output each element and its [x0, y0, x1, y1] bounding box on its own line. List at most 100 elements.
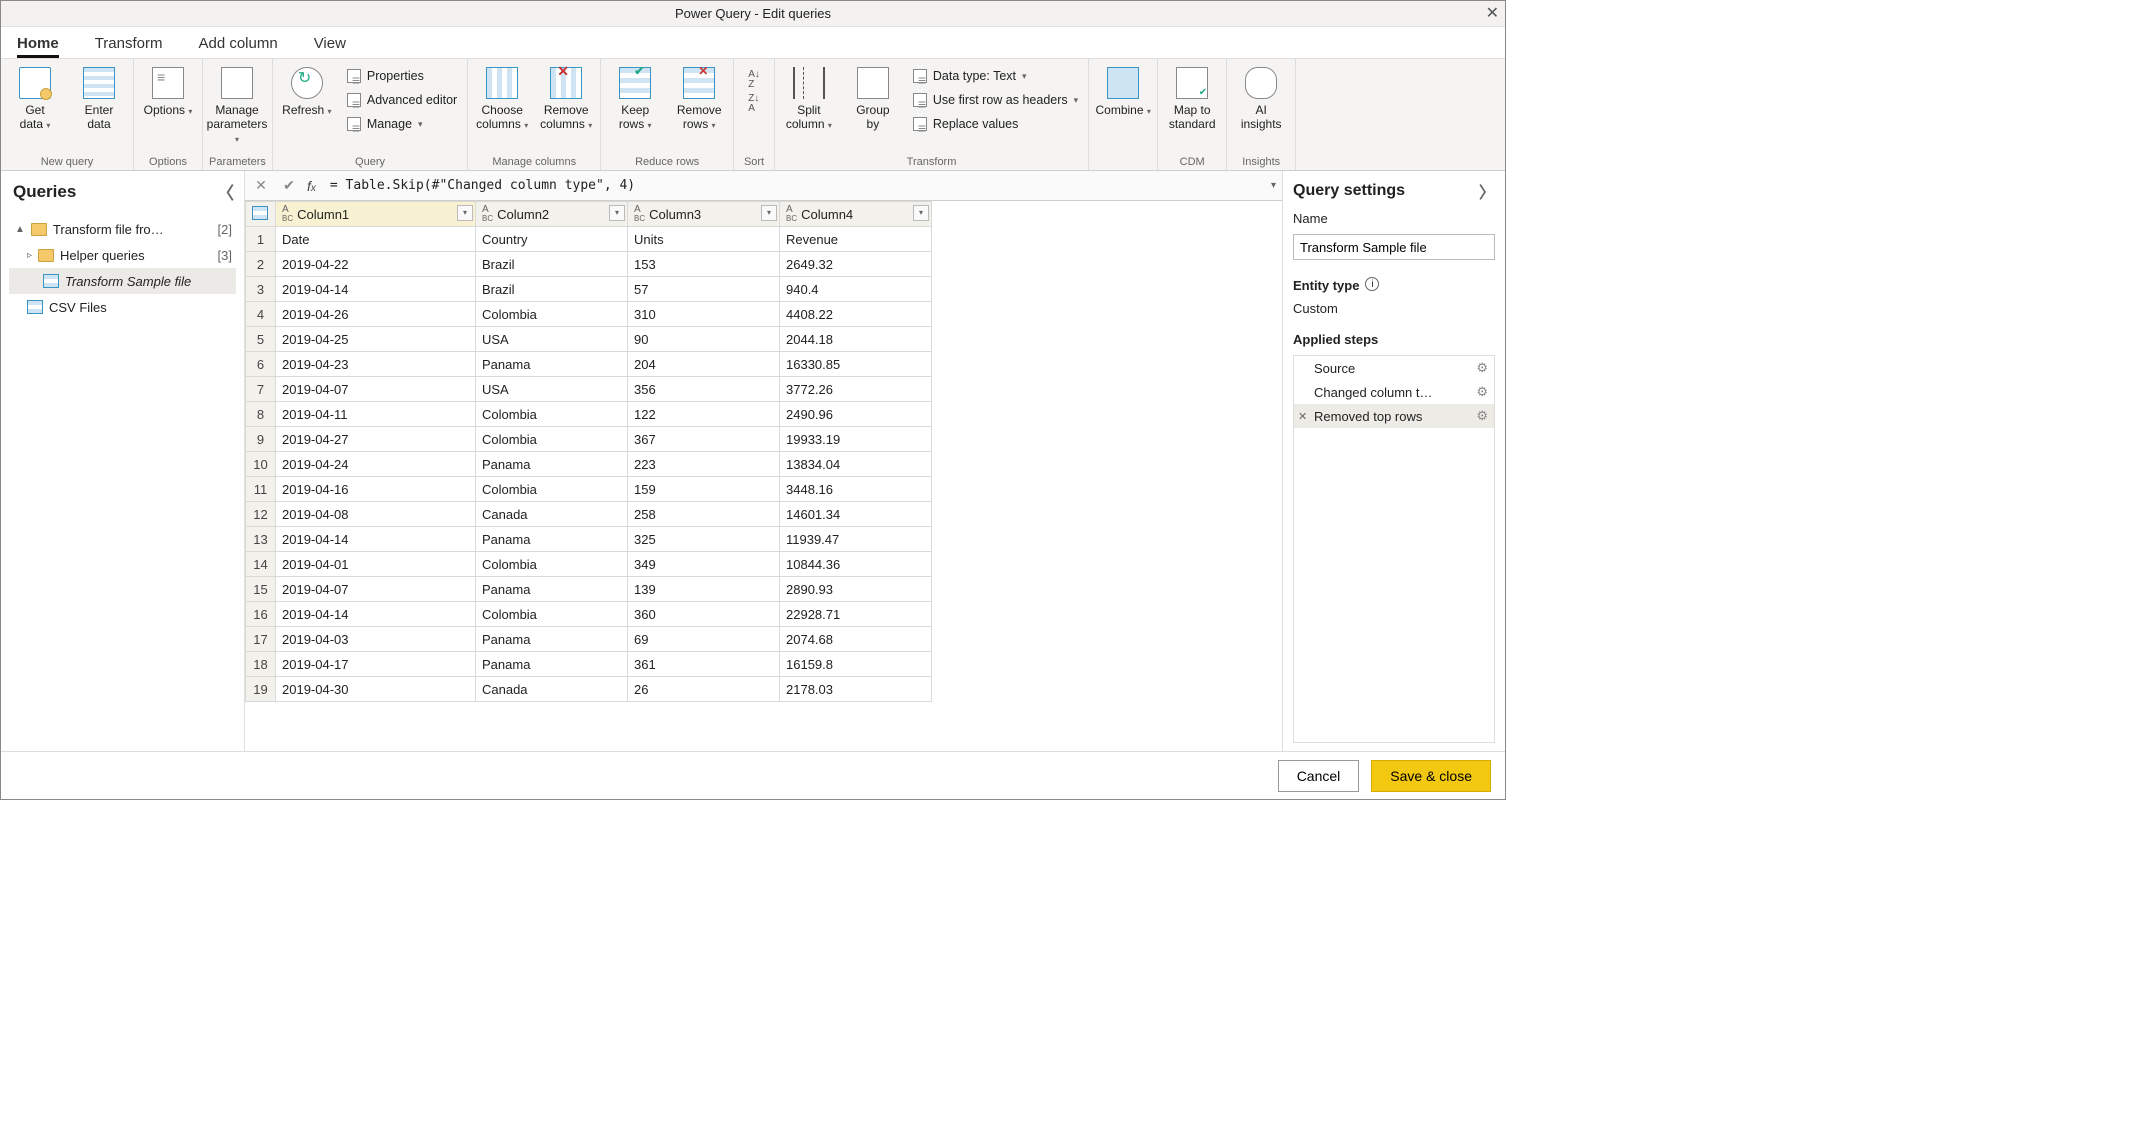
cell[interactable]: 940.4	[780, 277, 932, 302]
expand-icon[interactable]: ▹	[27, 250, 32, 261]
cell[interactable]: Brazil	[476, 277, 628, 302]
row-number[interactable]: 15	[246, 577, 276, 602]
enter-data-button[interactable]: Enterdata	[71, 63, 127, 131]
row-number[interactable]: 10	[246, 452, 276, 477]
cell[interactable]: Panama	[476, 352, 628, 377]
table-row[interactable]: 142019-04-01Colombia34910844.36	[246, 552, 1282, 577]
cell[interactable]: 26	[628, 677, 780, 702]
table-row[interactable]: 1DateCountryUnitsRevenue	[246, 227, 1282, 252]
cell[interactable]: USA	[476, 327, 628, 352]
row-number[interactable]: 18	[246, 652, 276, 677]
formula-text[interactable]: = Table.Skip(#"Changed column type", 4)	[324, 178, 1263, 193]
cell[interactable]: Brazil	[476, 252, 628, 277]
row-number[interactable]: 5	[246, 327, 276, 352]
row-number[interactable]: 13	[246, 527, 276, 552]
applied-step[interactable]: Changed column t…⚙	[1294, 380, 1494, 404]
cell[interactable]: 2019-04-24	[276, 452, 476, 477]
cell[interactable]: 310	[628, 302, 780, 327]
advanced-editor-button[interactable]: Advanced editor	[343, 89, 461, 111]
remove-columns-button[interactable]: Removecolumns ▾	[538, 63, 594, 133]
map-to-standard-button[interactable]: Map tostandard	[1164, 63, 1220, 131]
row-number[interactable]: 11	[246, 477, 276, 502]
cell[interactable]: 2019-04-26	[276, 302, 476, 327]
choose-columns-button[interactable]: Choosecolumns ▾	[474, 63, 530, 133]
table-row[interactable]: 102019-04-24Panama22313834.04	[246, 452, 1282, 477]
table-row[interactable]: 22019-04-22Brazil1532649.32	[246, 252, 1282, 277]
tab-view[interactable]: View	[314, 35, 346, 58]
row-number[interactable]: 3	[246, 277, 276, 302]
cell[interactable]: 258	[628, 502, 780, 527]
sort-desc-button[interactable]: Z↓A	[744, 93, 764, 115]
cell[interactable]: 2044.18	[780, 327, 932, 352]
table-row[interactable]: 132019-04-14Panama32511939.47	[246, 527, 1282, 552]
cell[interactable]: 16159.8	[780, 652, 932, 677]
cell[interactable]: 2019-04-08	[276, 502, 476, 527]
row-number[interactable]: 6	[246, 352, 276, 377]
cell[interactable]: Panama	[476, 652, 628, 677]
formula-accept-icon[interactable]: ✔	[279, 177, 299, 194]
query-item[interactable]: ▹Helper queries[3]	[9, 242, 236, 268]
cell[interactable]: Date	[276, 227, 476, 252]
table-row[interactable]: 162019-04-14Colombia36022928.71	[246, 602, 1282, 627]
applied-step[interactable]: ✕Removed top rows⚙	[1294, 404, 1494, 428]
collapse-settings-icon[interactable]: 〉	[1479, 179, 1495, 203]
table-row[interactable]: 182019-04-17Panama36116159.8	[246, 652, 1282, 677]
sort-asc-button[interactable]: A↓Z	[744, 69, 764, 91]
row-number[interactable]: 4	[246, 302, 276, 327]
table-row[interactable]: 82019-04-11Colombia1222490.96	[246, 402, 1282, 427]
column-header[interactable]: Column1▾	[276, 202, 476, 227]
close-icon[interactable]: ✕	[1486, 3, 1499, 23]
fx-icon[interactable]: fx	[307, 178, 316, 194]
cell[interactable]: Colombia	[476, 602, 628, 627]
cell[interactable]: Colombia	[476, 302, 628, 327]
tab-transform[interactable]: Transform	[95, 35, 163, 58]
row-number[interactable]: 2	[246, 252, 276, 277]
cell[interactable]: 69	[628, 627, 780, 652]
expand-icon[interactable]: ▲	[15, 224, 25, 235]
row-number[interactable]: 17	[246, 627, 276, 652]
cell[interactable]: 10844.36	[780, 552, 932, 577]
query-name-input[interactable]	[1293, 234, 1495, 260]
row-number[interactable]: 8	[246, 402, 276, 427]
cell[interactable]: Canada	[476, 502, 628, 527]
applied-step[interactable]: Source⚙	[1294, 356, 1494, 380]
cell[interactable]: 16330.85	[780, 352, 932, 377]
column-header[interactable]: Column2▾	[476, 202, 628, 227]
get-data-button[interactable]: Getdata ▾	[7, 63, 63, 133]
column-filter-icon[interactable]: ▾	[609, 205, 625, 221]
replace-values-button[interactable]: Replace values	[909, 113, 1082, 135]
cell[interactable]: 57	[628, 277, 780, 302]
save-close-button[interactable]: Save & close	[1371, 760, 1491, 792]
use-first-row-button[interactable]: Use first row as headers	[909, 89, 1082, 111]
row-number[interactable]: 16	[246, 602, 276, 627]
row-number[interactable]: 14	[246, 552, 276, 577]
formula-expand-icon[interactable]: ▾	[1271, 180, 1276, 191]
collapse-queries-icon[interactable]: 〈	[217, 179, 234, 204]
cell[interactable]: 2019-04-27	[276, 427, 476, 452]
cell[interactable]: 2019-04-17	[276, 652, 476, 677]
cell[interactable]: 360	[628, 602, 780, 627]
cell[interactable]: Colombia	[476, 427, 628, 452]
cell[interactable]: Panama	[476, 452, 628, 477]
cell[interactable]: 3772.26	[780, 377, 932, 402]
cell[interactable]: 2074.68	[780, 627, 932, 652]
cell[interactable]: 4408.22	[780, 302, 932, 327]
data-grid-wrap[interactable]: Column1▾Column2▾Column3▾Column4▾ 1DateCo…	[245, 201, 1282, 751]
cell[interactable]: 19933.19	[780, 427, 932, 452]
gear-icon[interactable]: ⚙	[1476, 360, 1488, 376]
cell[interactable]: 122	[628, 402, 780, 427]
refresh-button[interactable]: Refresh ▾	[279, 63, 335, 119]
cell[interactable]: 2019-04-30	[276, 677, 476, 702]
manage-parameters-button[interactable]: Manageparameters ▾	[209, 63, 265, 147]
cancel-button[interactable]: Cancel	[1278, 760, 1360, 792]
table-row[interactable]: 52019-04-25USA902044.18	[246, 327, 1282, 352]
cell[interactable]: 2890.93	[780, 577, 932, 602]
cell[interactable]: 22928.71	[780, 602, 932, 627]
column-header[interactable]: Column4▾	[780, 202, 932, 227]
row-number[interactable]: 7	[246, 377, 276, 402]
cell[interactable]: 2019-04-07	[276, 577, 476, 602]
cell[interactable]: 361	[628, 652, 780, 677]
cell[interactable]: Colombia	[476, 477, 628, 502]
cell[interactable]: Canada	[476, 677, 628, 702]
cell[interactable]: 223	[628, 452, 780, 477]
